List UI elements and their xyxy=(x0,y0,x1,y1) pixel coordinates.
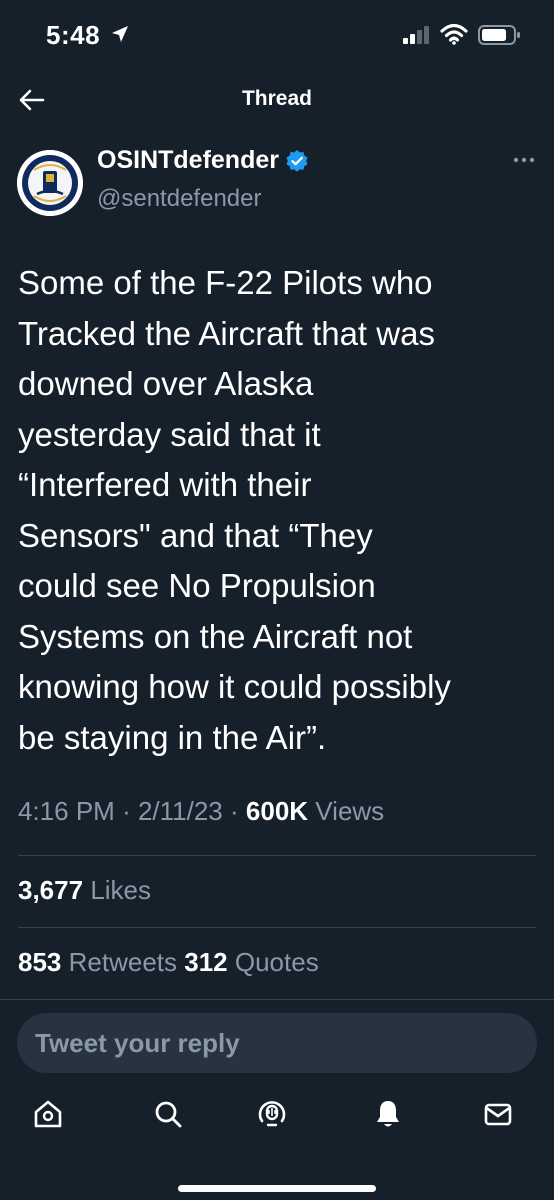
bottom-panel: Tweet your reply xyxy=(0,999,554,1200)
tab-search[interactable] xyxy=(146,1092,190,1136)
quotes-count: 312 xyxy=(184,947,228,977)
reply-input[interactable]: Tweet your reply xyxy=(17,1013,537,1073)
screen: 5:48 Thread OSINTdefender @sentdefender … xyxy=(0,0,554,1200)
reply-placeholder: Tweet your reply xyxy=(35,1028,240,1058)
wifi-icon xyxy=(440,23,468,50)
page-title: Thread xyxy=(241,87,312,110)
verified-badge-icon xyxy=(286,149,308,172)
status-bar: 5:48 xyxy=(0,0,554,74)
retweets-count: 853 xyxy=(18,947,62,977)
likes-stat[interactable]: 3,677 Likes xyxy=(18,875,151,906)
meta-separator: · xyxy=(122,796,138,826)
more-options-button[interactable] xyxy=(508,148,540,172)
likes-label: Likes xyxy=(90,875,152,905)
views-count[interactable]: 600K xyxy=(246,796,308,826)
messages-icon xyxy=(484,1103,512,1126)
tab-notifications[interactable] xyxy=(366,1092,410,1136)
meta-separator: · xyxy=(230,796,246,826)
notifications-icon xyxy=(377,1101,399,1127)
tab-home[interactable] xyxy=(26,1092,70,1136)
tweet-date: 2/11/23 xyxy=(137,796,223,826)
status-time: 5:48 xyxy=(46,20,101,50)
battery-icon xyxy=(478,25,522,50)
tab-bar xyxy=(0,1092,554,1142)
retweets-quotes-row: 853 Retweets 312 Quotes xyxy=(18,947,319,978)
quotes-label: Quotes xyxy=(234,947,319,977)
user-handle[interactable]: @sentdefender xyxy=(97,185,261,213)
home-icon xyxy=(34,1100,62,1128)
spaces-icon xyxy=(258,1101,286,1127)
likes-count: 3,677 xyxy=(18,875,84,905)
home-indicator xyxy=(178,1185,376,1192)
tweet-author: OSINTdefender @sentdefender xyxy=(0,140,554,220)
display-name[interactable]: OSINTdefender xyxy=(97,146,279,175)
more-dots-icon xyxy=(513,157,535,163)
tab-spaces[interactable] xyxy=(250,1092,294,1136)
views-label: Views xyxy=(315,796,385,826)
display-name-row: OSINTdefender xyxy=(97,146,309,175)
cellular-signal-icon xyxy=(403,26,431,49)
tab-messages[interactable] xyxy=(476,1092,520,1136)
divider xyxy=(18,927,536,928)
tweet-meta: 4:16 PM · 2/11/23 · 600K Views xyxy=(18,796,384,827)
retweets-stat[interactable]: 853 Retweets xyxy=(18,947,184,977)
tweet-time: 4:16 PM xyxy=(18,796,115,826)
search-icon xyxy=(155,1101,182,1128)
location-arrow-icon xyxy=(110,24,130,49)
retweets-label: Retweets xyxy=(68,947,178,977)
divider xyxy=(18,855,536,856)
avatar[interactable] xyxy=(17,150,83,216)
tweet-text: Some of the F-22 Pilots who Tracked the … xyxy=(18,264,451,756)
quotes-stat[interactable]: 312 Quotes xyxy=(184,947,318,977)
thread-header: Thread xyxy=(0,74,554,124)
osint-logo-icon xyxy=(17,150,83,216)
